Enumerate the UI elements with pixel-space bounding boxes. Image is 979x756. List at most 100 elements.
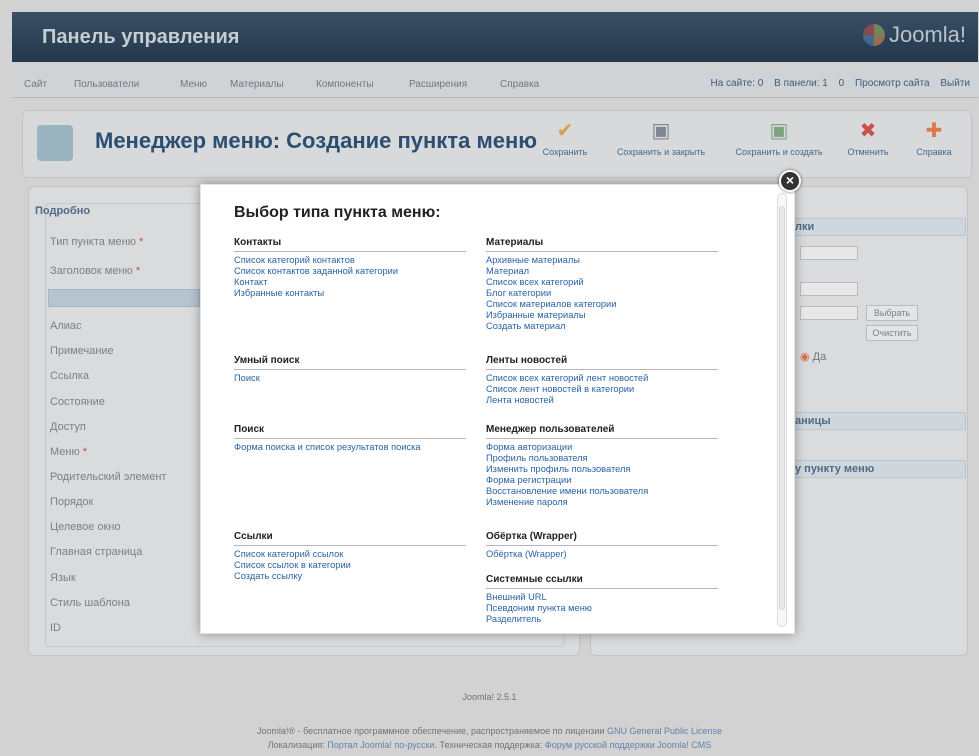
label-parent-item: Родительский элемент xyxy=(50,471,167,483)
license-link[interactable]: GNU General Public License xyxy=(607,726,722,736)
menu-item-type-modal: Выбор типа пункта меню: Контакты Список … xyxy=(200,184,795,634)
label-menu: Меню * xyxy=(50,446,88,458)
page-display-options-header[interactable]: аницы xyxy=(790,412,966,430)
type-link[interactable]: Восстановление имени пользователя xyxy=(486,486,718,497)
type-link[interactable]: Поиск xyxy=(234,373,466,384)
type-link[interactable]: Внешний URL xyxy=(486,592,718,603)
group-heading: Умный поиск xyxy=(234,355,466,370)
menu-help[interactable]: Справка xyxy=(500,79,539,90)
save-new-button[interactable]: ▣ Сохранить и создать xyxy=(723,119,835,157)
group-weblinks: Ссылки Список категорий ссылок Список сс… xyxy=(234,531,466,582)
group-wrapper: Обёртка (Wrapper) Обёртка (Wrapper) xyxy=(486,531,718,560)
footer-license-line: Joomla!® - бесплатное программное обеспе… xyxy=(256,726,723,736)
group-heading: Системные ссылки xyxy=(486,574,718,589)
option-input-1[interactable] xyxy=(800,246,858,260)
footer-localization-line: Локализация: Портал Joomla! по-русски. Т… xyxy=(267,740,712,750)
type-link[interactable]: Профиль пользователя xyxy=(486,453,718,464)
type-link[interactable]: Список материалов категории xyxy=(486,299,718,310)
cancel-button[interactable]: ✖ Отменить xyxy=(841,119,895,157)
modal-scrollbar[interactable] xyxy=(777,193,787,627)
menu-users[interactable]: Пользователи xyxy=(74,79,139,90)
type-link[interactable]: Список категорий ссылок xyxy=(234,549,466,560)
type-link[interactable]: Изменение пароля xyxy=(486,497,718,508)
group-heading: Контакты xyxy=(234,237,466,252)
group-heading: Обёртка (Wrapper) xyxy=(486,531,718,546)
type-link[interactable]: Блог категории xyxy=(486,288,718,299)
messages-count[interactable]: 0 xyxy=(839,78,845,89)
group-contacts: Контакты Список категорий контактов Спис… xyxy=(234,237,466,299)
label-menu-item-type: Тип пункта меню * xyxy=(50,236,144,248)
checkmark-icon: ✔ xyxy=(556,120,574,142)
menu-site[interactable]: Сайт xyxy=(24,79,47,90)
type-link[interactable]: Создать материал xyxy=(486,321,718,332)
label-language: Язык xyxy=(50,572,76,584)
group-heading: Поиск xyxy=(234,424,466,439)
type-link[interactable]: Избранные материалы xyxy=(486,310,718,321)
type-link[interactable]: Форма регистрации xyxy=(486,475,718,486)
type-link[interactable]: Контакт xyxy=(234,277,466,288)
joomla-logo: Joomla! xyxy=(862,22,966,48)
group-user-manager: Менеджер пользователей Форма авторизации… xyxy=(486,424,718,512)
type-link[interactable]: Список контактов заданной категории xyxy=(234,266,466,277)
page-title: Менеджер меню: Создание пункта меню xyxy=(95,128,538,153)
menu-components[interactable]: Компоненты xyxy=(316,79,374,90)
option-input-3[interactable] xyxy=(800,306,858,320)
type-link[interactable]: Список лент новостей в категории xyxy=(486,384,718,395)
type-link[interactable]: Форма поиска и список результатов поиска xyxy=(234,442,466,453)
label-target-window: Целевое окно xyxy=(50,521,121,533)
type-link[interactable]: Создать ссылку xyxy=(234,571,466,582)
type-link[interactable]: Обёртка (Wrapper) xyxy=(486,549,718,560)
group-smart-search: Умный поиск Поиск xyxy=(234,355,466,384)
group-heading: Ссылки xyxy=(234,531,466,546)
on-site-count: На сайте: 0 xyxy=(710,78,764,89)
module-assignment-header[interactable]: у пункту меню xyxy=(790,460,966,478)
radio-yes[interactable]: ◉ Да xyxy=(800,350,826,363)
type-link[interactable]: Список категорий контактов xyxy=(234,255,466,266)
label-id: ID xyxy=(50,622,61,634)
save-button[interactable]: ✔ Сохранить xyxy=(531,119,599,157)
menu-content[interactable]: Материалы xyxy=(230,79,284,90)
page-toolbar: Менеджер меню: Создание пункта меню ✔ Сох… xyxy=(22,110,972,178)
view-site-link[interactable]: Просмотр сайта xyxy=(855,78,930,89)
lifebuoy-icon: ✚ xyxy=(925,120,943,142)
option-input-2[interactable] xyxy=(800,282,858,296)
type-link[interactable]: Форма авторизации xyxy=(486,442,718,453)
modal-title: Выбор типа пункта меню: xyxy=(234,204,441,221)
help-button[interactable]: ✚ Справка xyxy=(909,119,959,157)
type-link[interactable]: Материал xyxy=(486,266,718,277)
type-link[interactable]: Список ссылок в категории xyxy=(234,560,466,571)
link-type-options-header[interactable]: лки xyxy=(790,218,966,236)
save-close-button[interactable]: ▣ Сохранить и закрыть xyxy=(607,119,715,157)
details-legend: Подробно xyxy=(35,205,91,217)
footer-version: Joomla! 2.5.1 xyxy=(462,692,517,702)
admin-title: Панель управления xyxy=(42,26,240,48)
clear-image-button[interactable]: Очистить xyxy=(866,325,918,341)
type-link[interactable]: Лента новостей xyxy=(486,395,718,406)
support-forum-link[interactable]: Форум русской поддержки Joomla! CMS xyxy=(545,740,711,750)
type-link[interactable]: Избранные контакты xyxy=(234,288,466,299)
type-link[interactable]: Список всех категорий xyxy=(486,277,718,288)
type-link[interactable]: Разделитель xyxy=(486,614,718,625)
label-alias: Алиас xyxy=(50,320,82,332)
scrollbar-thumb[interactable] xyxy=(779,206,785,610)
menu-extensions[interactable]: Расширения xyxy=(409,79,467,90)
type-link[interactable]: Архивные материалы xyxy=(486,255,718,266)
localization-link[interactable]: Портал Joomla! по-русски xyxy=(327,740,434,750)
main-menu-bar: Сайт Пользователи Меню Материалы Компоне… xyxy=(12,70,978,98)
label-note: Примечание xyxy=(50,345,114,357)
menu-menus[interactable]: Меню xyxy=(180,79,207,90)
cancel-icon: ✖ xyxy=(859,120,877,142)
group-heading: Материалы xyxy=(486,237,718,252)
type-link[interactable]: Изменить профиль пользователя xyxy=(486,464,718,475)
label-default-page: Главная страница xyxy=(50,546,143,558)
label-template-style: Стиль шаблона xyxy=(50,597,130,609)
menu-manager-icon xyxy=(37,125,73,161)
type-link[interactable]: Список всех категорий лент новостей xyxy=(486,373,718,384)
logout-link[interactable]: Выйти xyxy=(940,78,970,89)
menu-title-input[interactable] xyxy=(48,289,200,307)
group-articles: Материалы Архивные материалы Материал Сп… xyxy=(486,237,718,332)
select-image-button[interactable]: Выбрать xyxy=(866,305,918,321)
type-link[interactable]: Псевдоним пункта меню xyxy=(486,603,718,614)
group-newsfeeds: Ленты новостей Список всех категорий лен… xyxy=(486,355,718,406)
close-icon[interactable]: × xyxy=(779,170,801,192)
